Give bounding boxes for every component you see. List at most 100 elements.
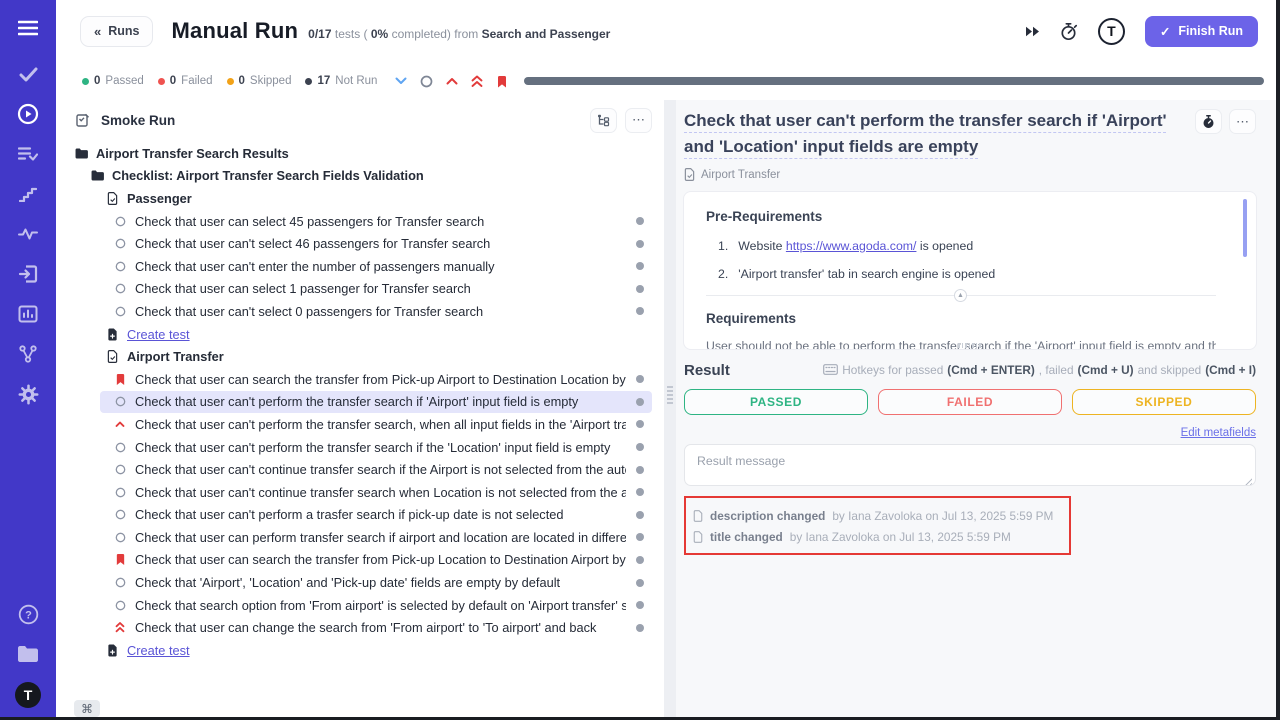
filter-chevron-down-icon[interactable] — [395, 77, 407, 85]
tree-folder-row[interactable]: Checklist: Airport Transfer Search Field… — [56, 165, 652, 188]
activity-icon[interactable] — [16, 222, 40, 246]
failed-button[interactable]: FAILED — [878, 389, 1062, 415]
filter-blocker-icon[interactable] — [496, 75, 508, 88]
menu-icon[interactable] — [16, 16, 40, 40]
agoda-link[interactable]: https://www.agoda.com/ — [786, 239, 917, 253]
tree-folder-row[interactable]: Airport Transfer Search Results — [56, 142, 652, 165]
test-timer-button[interactable] — [1195, 109, 1222, 134]
back-to-runs-button[interactable]: « Runs — [80, 16, 153, 47]
reports-icon[interactable] — [16, 302, 40, 326]
edit-metafields-link[interactable]: Edit metafields — [684, 427, 1256, 439]
test-cases-icon[interactable] — [16, 142, 40, 166]
top-bar: « Runs Manual Run 0/17 tests ( 0% comple… — [56, 0, 1280, 62]
projects-folder-icon[interactable] — [16, 642, 40, 666]
test-detail-panel: Check that user can't perform the transf… — [676, 100, 1280, 720]
tree-item-label: Check that user can search the transfer … — [135, 552, 626, 567]
tree-test-row[interactable]: Check that user can search the transfer … — [100, 549, 652, 572]
test-more-button[interactable]: ⋯ — [1229, 109, 1256, 134]
tree-item-label: Check that user can't perform the transf… — [135, 417, 626, 432]
branch-icon[interactable] — [16, 342, 40, 366]
panel-resize-handle[interactable] — [664, 100, 676, 720]
tree-item-label: Check that user can select 1 passenger f… — [135, 281, 626, 296]
skipped-legend: 0 Skipped — [227, 75, 292, 87]
status-notrun-icon — [113, 487, 127, 498]
card-resize-grip[interactable] — [958, 343, 981, 348]
filter-high-icon[interactable] — [446, 77, 458, 85]
status-legend: 0 Passed 0 Failed 0 Skipped 17 Not Run — [82, 75, 377, 87]
timer-icon[interactable] — [1060, 22, 1078, 41]
tree-test-row[interactable]: Check that user can't select 0 passenger… — [100, 300, 652, 323]
tree-test-row[interactable]: Check that user can't perform a trasfer … — [100, 504, 652, 527]
tree-test-row[interactable]: Check that user can't perform the transf… — [100, 436, 652, 459]
description-scroll[interactable]: Pre-Requirements 1. Website https://www.… — [684, 192, 1256, 349]
left-nav-rail: ? T — [0, 0, 56, 720]
skipped-label: Skipped — [250, 75, 292, 87]
card-scrollbar[interactable] — [1243, 199, 1247, 257]
filter-critical-icon[interactable] — [471, 75, 483, 88]
tree-test-row[interactable]: Check that user can perform transfer sea… — [100, 526, 652, 549]
prerequirements-heading: Pre-Requirements — [706, 209, 1216, 224]
tree-test-row[interactable]: Check that user can change the search fr… — [100, 616, 652, 639]
passed-button[interactable]: PASSED — [684, 389, 868, 415]
test-plans-icon[interactable] — [16, 62, 40, 86]
test-case-group-icon — [105, 192, 119, 205]
svg-text:?: ? — [25, 609, 32, 621]
test-title[interactable]: Check that user can't perform the transf… — [684, 108, 1196, 159]
tree-item-label: Airport Transfer Search Results — [96, 146, 652, 161]
status-notrun-icon — [113, 306, 127, 317]
tree-test-row[interactable]: Check that user can't continue transfer … — [100, 458, 652, 481]
status-notrun-icon — [113, 532, 127, 543]
collapse-knob-icon[interactable]: ▲ — [954, 289, 967, 302]
notrun-status-dot — [636, 601, 644, 609]
breadcrumb-label[interactable]: Airport Transfer — [701, 169, 780, 181]
text: and skipped — [1138, 363, 1202, 377]
notrun-label: Not Run — [335, 75, 377, 87]
skipped-button[interactable]: SKIPPED — [1072, 389, 1256, 415]
result-header: Result Hotkeys for passed (Cmd + ENTER) … — [684, 362, 1256, 379]
tree-view-toggle-button[interactable] — [590, 108, 617, 133]
tree-test-row[interactable]: Check that user can't perform the transf… — [100, 413, 652, 436]
tree-test-row[interactable]: Check that 'Airport', 'Location' and 'Pi… — [100, 571, 652, 594]
tree-test-row[interactable]: Check that user can't select 46 passenge… — [100, 232, 652, 255]
steps-icon[interactable] — [16, 182, 40, 206]
create-test-link[interactable]: Create test — [127, 327, 190, 342]
change-meta: by Iana Zavoloka on Jul 13, 2025 5:59 PM — [790, 530, 1011, 544]
tree-item-label: Check that user can't perform the transf… — [135, 394, 626, 409]
tree-group-row[interactable]: Passenger — [56, 187, 652, 210]
notrun-status-dot — [636, 624, 644, 632]
run-plan-icon — [76, 113, 90, 127]
tree-test-row[interactable]: Check that user can select 45 passengers… — [100, 210, 652, 233]
create-test-row[interactable]: Create test — [100, 323, 652, 346]
text: is opened — [920, 239, 973, 253]
help-icon[interactable]: ? — [16, 602, 40, 626]
tree-item-label: Check that user can't select 0 passenger… — [135, 304, 626, 319]
tree-test-row[interactable]: Check that user can't enter the number o… — [100, 255, 652, 278]
fast-forward-icon[interactable] — [1025, 26, 1040, 37]
test-runs-icon[interactable] — [16, 102, 40, 126]
tree-test-row[interactable]: Check that user can't continue transfer … — [100, 481, 652, 504]
command-key-badge[interactable]: ⌘ — [74, 700, 100, 717]
tree-test-row[interactable]: Check that user can select 1 passenger f… — [100, 278, 652, 301]
change-doc-icon — [693, 531, 703, 543]
tree-test-row[interactable]: Check that user can't perform the transf… — [100, 391, 652, 414]
requirements-heading: Requirements — [706, 311, 1216, 326]
notrun-status-dot — [636, 511, 644, 519]
notrun-status-dot — [636, 307, 644, 315]
user-avatar[interactable]: T — [1098, 18, 1125, 45]
tree-test-row[interactable]: Check that user can search the transfer … — [100, 368, 652, 391]
page-title: Manual Run — [171, 18, 298, 44]
requirements-icon[interactable] — [16, 262, 40, 286]
tree-group-row[interactable]: Airport Transfer — [56, 345, 652, 368]
window-right-edge — [1276, 0, 1280, 720]
workspace-avatar[interactable]: T — [15, 682, 41, 708]
settings-gear-icon[interactable] — [16, 382, 40, 406]
finish-run-button[interactable]: ✓ Finish Run — [1145, 16, 1258, 47]
create-test-link[interactable]: Create test — [127, 643, 190, 658]
tree-more-button[interactable]: ⋯ — [625, 108, 652, 133]
create-test-row[interactable]: Create test — [100, 639, 652, 662]
result-heading: Result — [684, 362, 730, 379]
result-message-input[interactable] — [684, 444, 1256, 486]
filter-notrun-icon[interactable] — [420, 75, 433, 88]
tree-item-label: Check that search option from 'From airp… — [135, 598, 626, 613]
tree-test-row[interactable]: Check that search option from 'From airp… — [100, 594, 652, 617]
